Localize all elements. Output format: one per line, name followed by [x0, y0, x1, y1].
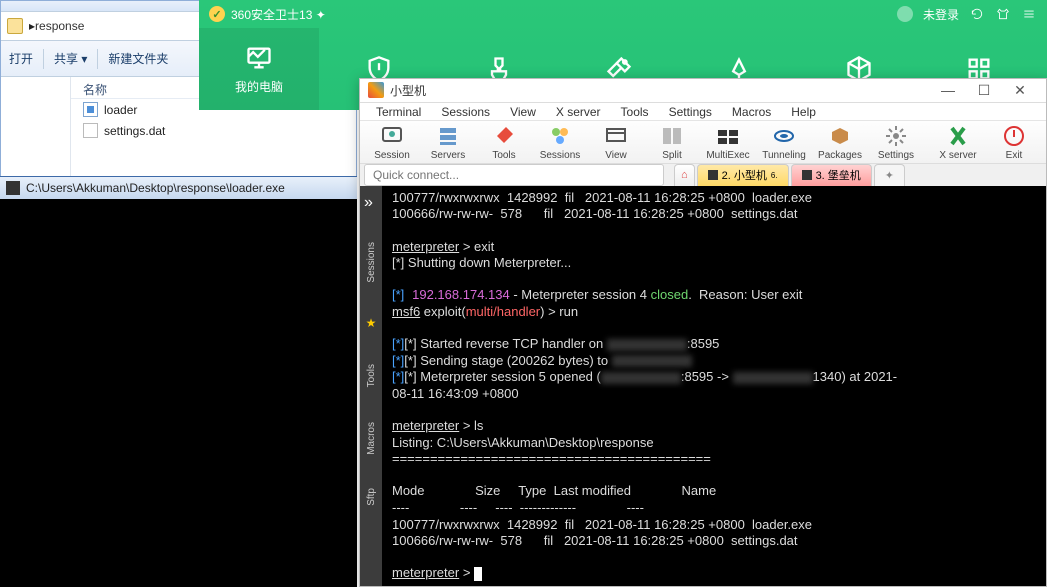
mx-left-sidebar: » Sessions ★ Tools Macros Sftp [360, 186, 382, 586]
mx-logo-icon [368, 82, 384, 98]
mx-menubar: Terminal Sessions View X server Tools Se… [360, 103, 1046, 122]
tool-xserver[interactable]: X server [930, 124, 986, 161]
cmd-icon [6, 181, 20, 195]
tool-exit[interactable]: Exit [986, 124, 1042, 161]
av-title: ✓ 360安全卫士13 ✦ [209, 6, 897, 23]
cmd-title-text: C:\Users\Akkuman\Desktop\response\loader… [26, 181, 285, 195]
login-status[interactable]: 未登录 [923, 6, 959, 23]
explorer-newfolder-button[interactable]: 新建文件夹 [108, 50, 168, 67]
star-icon: ★ [366, 316, 377, 330]
menu-view[interactable]: View [510, 105, 536, 119]
redacted-ip-2 [612, 355, 692, 367]
menu-settings[interactable]: Settings [669, 105, 712, 119]
side-tab-tools[interactable]: Tools [366, 364, 377, 387]
tool-session[interactable]: Session [364, 124, 420, 161]
menu-icon[interactable] [1021, 6, 1037, 22]
explorer-share-button[interactable]: 共享 ▾ [54, 50, 87, 67]
minimize-button[interactable]: — [930, 80, 966, 100]
mx-tabbar: ⌂ 2. 小型机6. 3. 堡垒机 ✦ [360, 164, 1046, 186]
tool-multiexec[interactable]: MultiExec [700, 124, 756, 161]
side-tab-macros[interactable]: Macros [366, 422, 377, 455]
side-tab-sftp[interactable]: Sftp [366, 488, 377, 506]
mobaxterm-window: 小型机 — ☐ ✕ Terminal Sessions View X serve… [359, 78, 1047, 587]
tool-split[interactable]: Split [644, 124, 700, 161]
file-label: settings.dat [104, 124, 165, 138]
skin-icon[interactable] [995, 6, 1011, 22]
dat-icon [83, 123, 98, 138]
cmd-window: C:\Users\Akkuman\Desktop\response\loader… [0, 176, 357, 587]
pin-icon[interactable]: » [364, 194, 378, 208]
menu-tools[interactable]: Tools [621, 105, 649, 119]
mx-titlebar[interactable]: 小型机 — ☐ ✕ [360, 79, 1046, 103]
prompt-meterpreter: meterpreter [392, 239, 459, 254]
terminal-cursor [474, 567, 482, 581]
close-button[interactable]: ✕ [1002, 80, 1038, 100]
tool-tools[interactable]: Tools [476, 124, 532, 161]
redacted-ip-4 [733, 372, 813, 384]
av-logo-icon: ✓ [209, 6, 225, 22]
tool-tunneling[interactable]: Tunneling [756, 124, 812, 161]
menu-terminal[interactable]: Terminal [376, 105, 421, 119]
refresh-icon[interactable] [969, 6, 985, 22]
file-label: loader [104, 103, 137, 117]
side-tab-sessions[interactable]: Sessions [366, 242, 377, 283]
avatar-icon[interactable] [897, 6, 913, 22]
tab-session-2[interactable]: 3. 堡垒机 [791, 164, 872, 186]
exe-icon [83, 102, 98, 117]
menu-xserver[interactable]: X server [556, 105, 601, 119]
quick-connect-input[interactable] [364, 164, 664, 186]
maximize-button[interactable]: ☐ [966, 80, 1002, 100]
tool-view[interactable]: View [588, 124, 644, 161]
menu-sessions[interactable]: Sessions [441, 105, 490, 119]
tab-session-1[interactable]: 2. 小型机6. [697, 164, 789, 186]
menu-macros[interactable]: Macros [732, 105, 771, 119]
cmd-titlebar[interactable]: C:\Users\Akkuman\Desktop\response\loader… [0, 177, 357, 199]
file-row-settings[interactable]: settings.dat [71, 120, 356, 141]
mx-title-text: 小型机 [390, 82, 426, 99]
nav-my-pc[interactable]: 我的电脑 [199, 28, 319, 110]
tool-sessions-list[interactable]: Sessions [532, 124, 588, 161]
breadcrumb-current[interactable]: response [35, 19, 84, 33]
folder-icon [7, 18, 23, 34]
menu-help[interactable]: Help [791, 105, 816, 119]
explorer-open-button[interactable]: 打开 [9, 50, 33, 67]
tab-home[interactable]: ⌂ [674, 164, 695, 186]
tool-packages[interactable]: Packages [812, 124, 868, 161]
tool-servers[interactable]: Servers [420, 124, 476, 161]
redacted-ip-3 [601, 372, 681, 384]
tab-add[interactable]: ✦ [874, 164, 905, 186]
terminal-output[interactable]: 100777/rwxrwxrwx 1428992 fil 2021-08-11 … [382, 186, 1046, 586]
tool-settings[interactable]: Settings [868, 124, 924, 161]
mx-toolbar: Session Servers Tools Sessions View Spli… [360, 121, 1046, 163]
redacted-ip-1 [607, 339, 687, 351]
